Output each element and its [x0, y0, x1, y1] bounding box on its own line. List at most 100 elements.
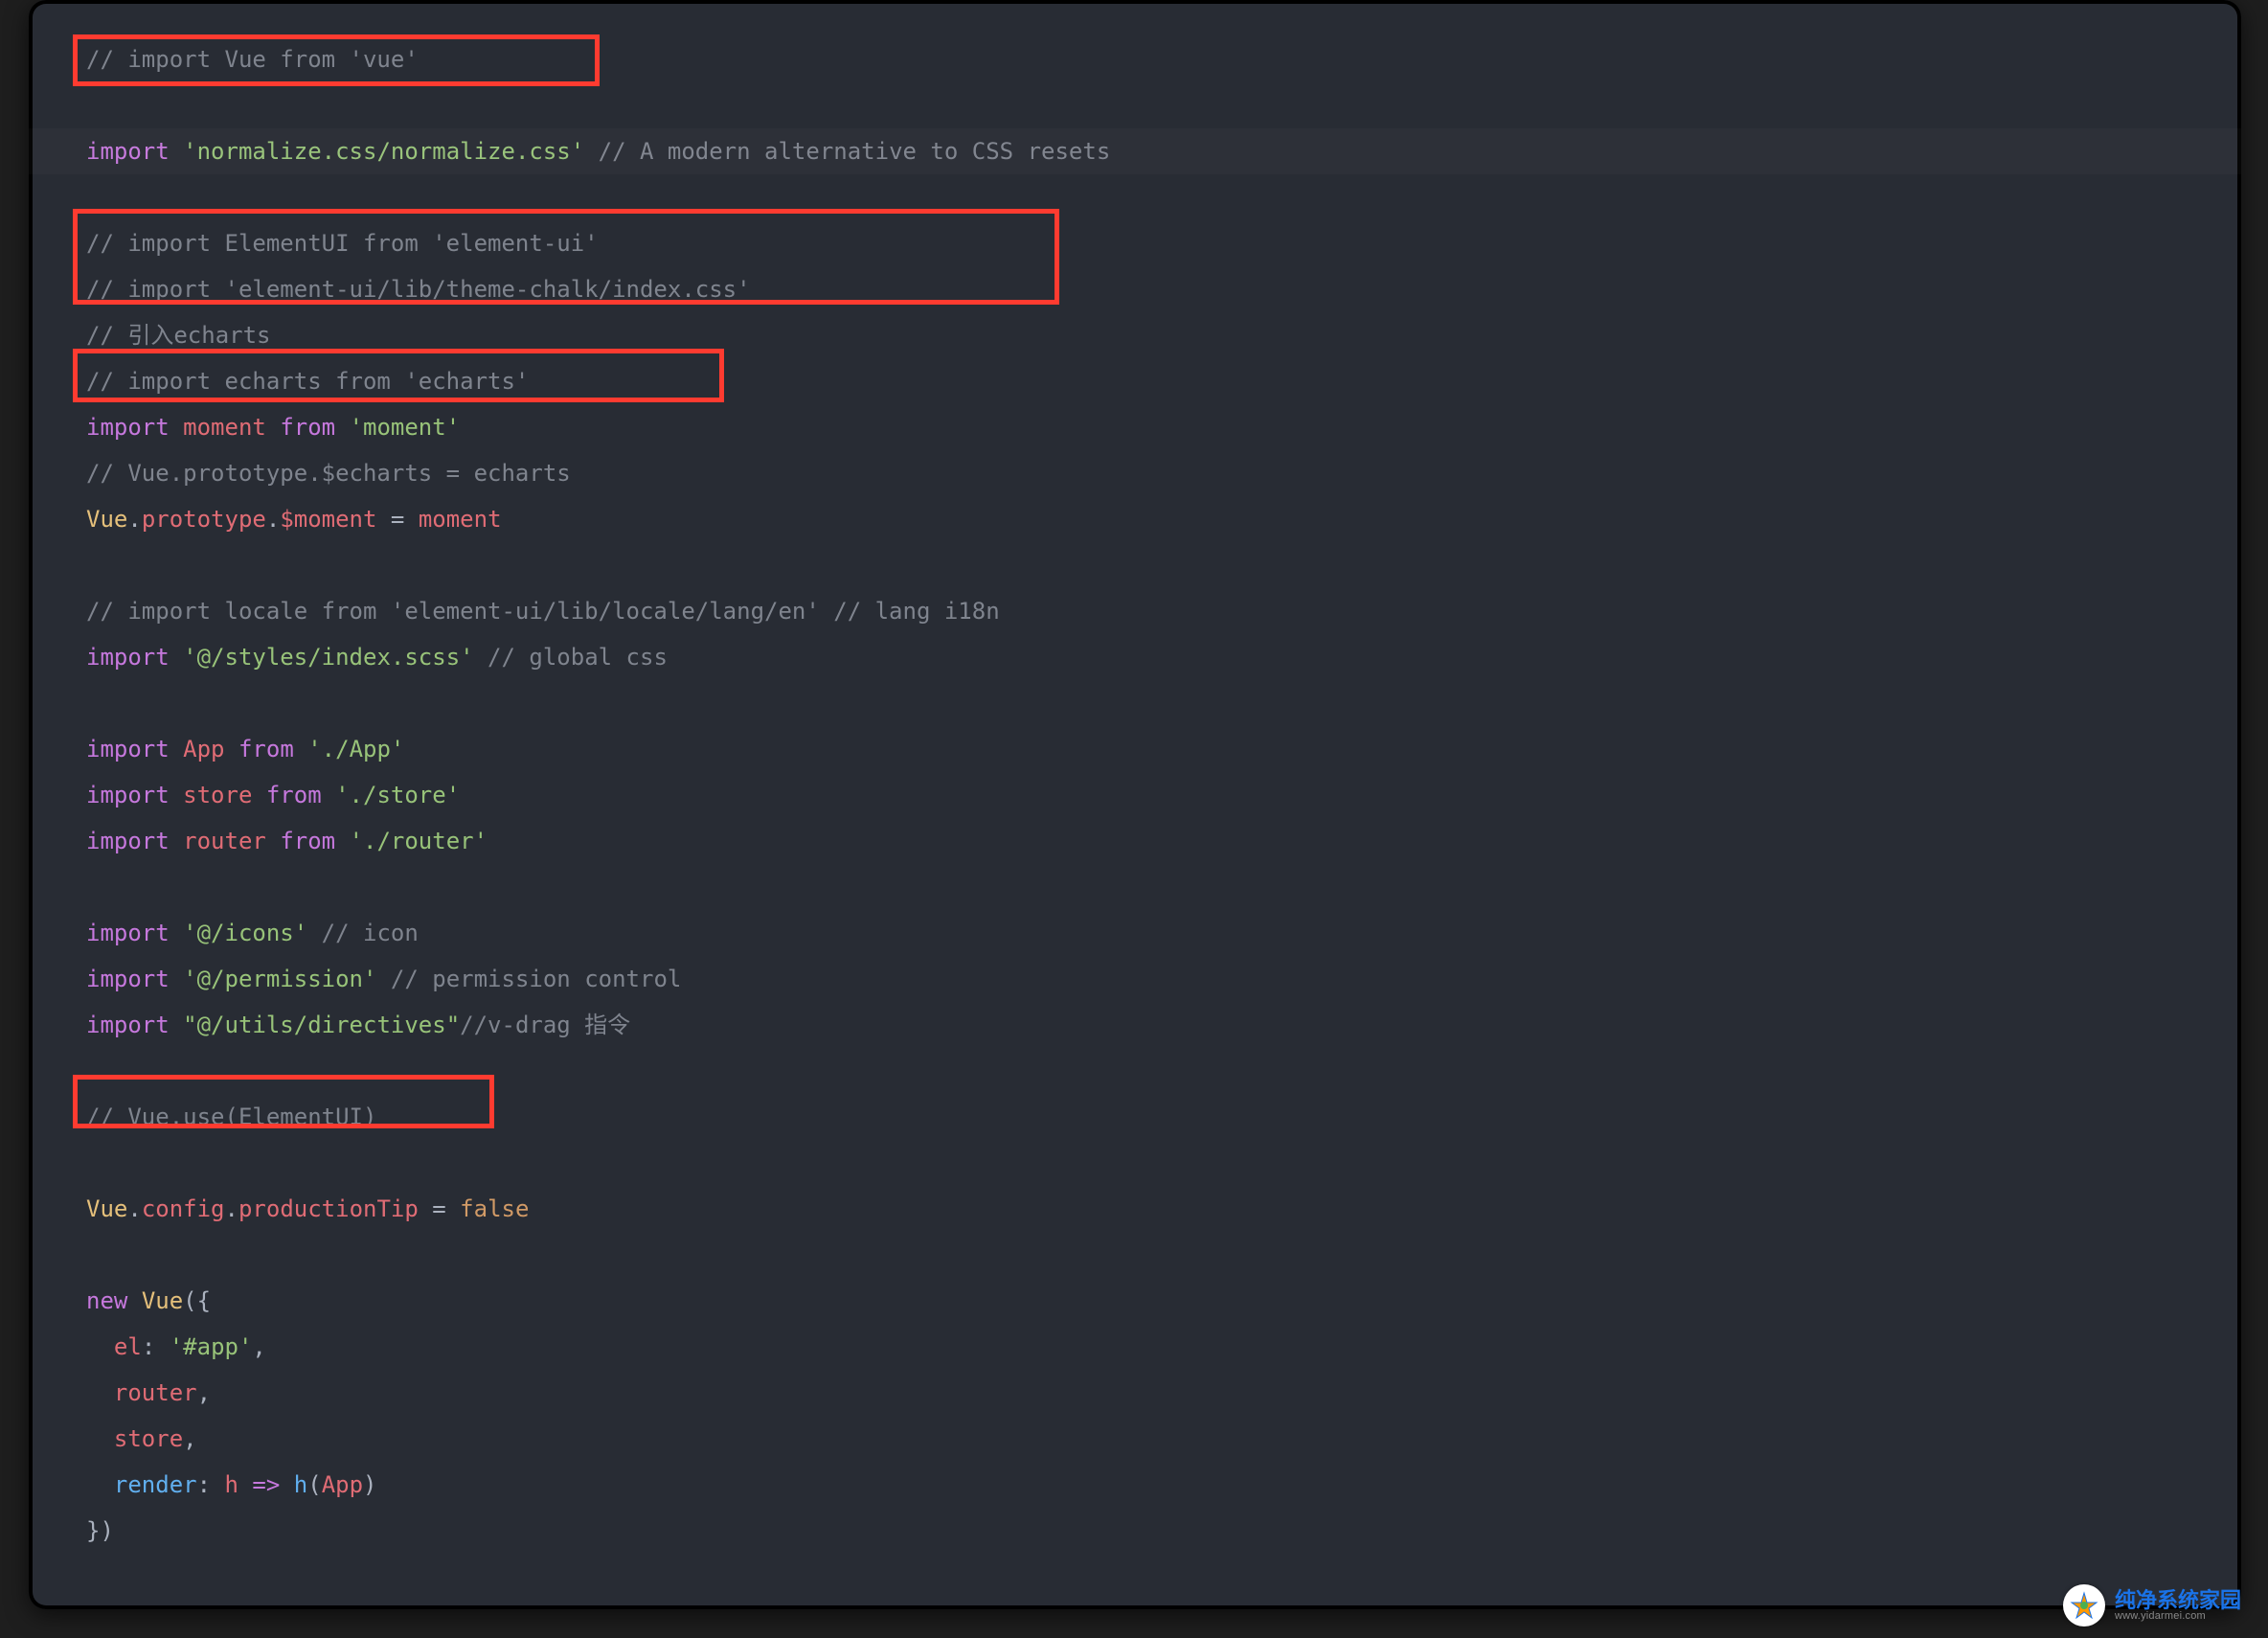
code-token: h	[294, 1471, 307, 1498]
code-token	[376, 966, 390, 992]
code-line[interactable]: import '@/icons' // icon	[86, 910, 2241, 956]
code-line[interactable]: import "@/utils/directives"//v-drag 指令	[86, 1002, 2241, 1048]
code-line[interactable]: router,	[86, 1370, 2241, 1416]
code-line[interactable]: // import ElementUI from 'element-ui'	[86, 220, 2241, 266]
code-token: ,	[252, 1333, 265, 1360]
code-token: import	[86, 736, 170, 762]
code-token	[294, 736, 307, 762]
code-token: '#app'	[170, 1333, 253, 1360]
code-token	[170, 920, 183, 946]
code-token	[266, 828, 280, 854]
code-token: productionTip	[238, 1195, 419, 1222]
code-token	[170, 644, 183, 671]
code-line[interactable]: // Vue.use(ElementUI)	[86, 1094, 2241, 1140]
code-token: .	[225, 1195, 238, 1222]
code-line[interactable]: import moment from 'moment'	[86, 404, 2241, 450]
code-token	[170, 1012, 183, 1038]
code-line[interactable]: })	[86, 1508, 2241, 1554]
code-line[interactable]: el: '#app',	[86, 1324, 2241, 1370]
code-line[interactable]: // import 'element-ui/lib/theme-chalk/in…	[86, 266, 2241, 312]
code-token: "@/utils/directives"	[183, 1012, 460, 1038]
code-token: import	[86, 644, 170, 671]
code-line[interactable]	[86, 542, 2241, 588]
code-token	[170, 414, 183, 441]
code-token	[584, 138, 598, 165]
code-line[interactable]: store,	[86, 1416, 2241, 1462]
code-line[interactable]: import 'normalize.css/normalize.css' // …	[86, 128, 2241, 174]
code-line[interactable]: import router from './router'	[86, 818, 2241, 864]
code-token	[86, 1333, 114, 1360]
code-token: Vue	[142, 1287, 183, 1314]
code-token: =>	[252, 1471, 280, 1498]
code-token: :	[197, 1471, 225, 1498]
code-line[interactable]: // import Vue from 'vue'	[86, 36, 2241, 82]
code-token: //v-drag 指令	[460, 1012, 630, 1038]
code-token	[266, 414, 280, 441]
code-line[interactable]: // import echarts from 'echarts'	[86, 358, 2241, 404]
code-line[interactable]: render: h => h(App)	[86, 1462, 2241, 1508]
code-token: import	[86, 966, 170, 992]
code-token: App	[183, 736, 224, 762]
code-token	[127, 1287, 141, 1314]
code-token: el	[114, 1333, 142, 1360]
code-token	[86, 1471, 114, 1498]
code-line[interactable]	[86, 82, 2241, 128]
code-token	[335, 828, 349, 854]
code-line[interactable]: Vue.config.productionTip = false	[86, 1186, 2241, 1232]
code-token	[252, 782, 265, 808]
watermark-title: 纯净系统家园	[2115, 1589, 2241, 1611]
code-line[interactable]	[86, 1048, 2241, 1094]
code-token: '@/icons'	[183, 920, 307, 946]
code-token	[446, 1195, 460, 1222]
code-token: .	[266, 506, 280, 533]
code-token: // global css	[488, 644, 668, 671]
code-token	[170, 736, 183, 762]
code-token: // import 'element-ui/lib/theme-chalk/in…	[86, 276, 751, 303]
code-line[interactable]: import App from './App'	[86, 726, 2241, 772]
code-token: h	[225, 1471, 238, 1498]
code-line[interactable]: // 引入echarts	[86, 312, 2241, 358]
code-line[interactable]: // import locale from 'element-ui/lib/lo…	[86, 588, 2241, 634]
code-token: })	[86, 1517, 114, 1544]
code-token: :	[142, 1333, 170, 1360]
code-token: (	[307, 1471, 321, 1498]
watermark: 纯净系统家园 www.yidarmei.com	[2063, 1584, 2241, 1627]
code-line[interactable]	[86, 174, 2241, 220]
code-line[interactable]: import store from './store'	[86, 772, 2241, 818]
code-line[interactable]	[86, 864, 2241, 910]
code-token: .	[127, 1195, 141, 1222]
code-token: // Vue.use(ElementUI)	[86, 1103, 376, 1130]
code-line[interactable]	[86, 1232, 2241, 1278]
code-line[interactable]	[86, 680, 2241, 726]
code-token: import	[86, 828, 170, 854]
code-line[interactable]: // Vue.prototype.$echarts = echarts	[86, 450, 2241, 496]
code-token: ,	[183, 1425, 196, 1452]
code-line[interactable]: new Vue({	[86, 1278, 2241, 1324]
code-area[interactable]: // import Vue from 'vue' import 'normali…	[29, 36, 2241, 1609]
code-token: 'normalize.css/normalize.css'	[183, 138, 584, 165]
code-token	[170, 966, 183, 992]
code-token: import	[86, 414, 170, 441]
code-token: // Vue.prototype.$echarts = echarts	[86, 460, 571, 487]
code-token: // permission control	[391, 966, 681, 992]
code-token: // import Vue from 'vue'	[86, 46, 419, 73]
code-token	[335, 414, 349, 441]
code-token: // icon	[322, 920, 419, 946]
code-token	[170, 828, 183, 854]
code-line[interactable]: import '@/styles/index.scss' // global c…	[86, 634, 2241, 680]
code-token: import	[86, 782, 170, 808]
code-token: './router'	[350, 828, 488, 854]
code-editor-window: // import Vue from 'vue' import 'normali…	[29, 0, 2241, 1609]
code-token: import	[86, 920, 170, 946]
code-line[interactable]: Vue.prototype.$moment = moment	[86, 496, 2241, 542]
code-token: // A modern alternative to CSS resets	[599, 138, 1111, 165]
code-line[interactable]	[86, 1140, 2241, 1186]
code-token	[474, 644, 488, 671]
code-token: App	[322, 1471, 363, 1498]
code-line[interactable]: import '@/permission' // permission cont…	[86, 956, 2241, 1002]
code-token: from	[280, 414, 335, 441]
code-token: false	[460, 1195, 529, 1222]
code-token: './App'	[307, 736, 404, 762]
code-token: '@/styles/index.scss'	[183, 644, 473, 671]
code-token: './store'	[335, 782, 460, 808]
